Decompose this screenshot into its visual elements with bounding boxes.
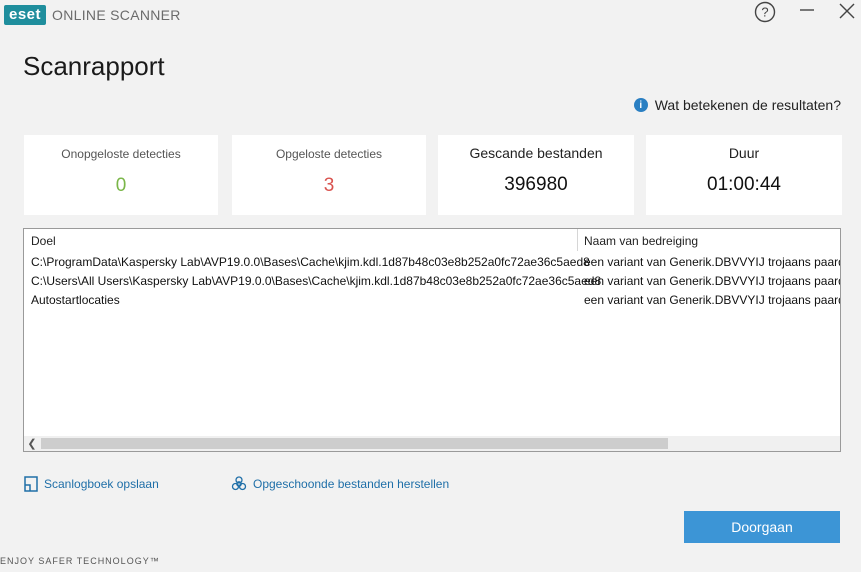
results-info-link[interactable]: i Wat betekenen de resultaten? (633, 97, 841, 113)
stat-duration: Duur 01:00:44 (646, 135, 842, 215)
minimize-button[interactable] (795, 0, 819, 24)
column-divider[interactable] (577, 229, 578, 251)
stat-value: 0 (115, 175, 127, 196)
stat-scanned-files: Gescande bestanden 396980 (438, 135, 634, 215)
cell-threat: een variant van Generik.DBVVYIJ trojaans… (584, 255, 841, 269)
table-row[interactable]: C:\Users\All Users\Kaspersky Lab\AVP19.0… (24, 274, 841, 294)
horizontal-scrollbar[interactable]: ❮ (24, 436, 840, 451)
app-logo: eset ONLINE SCANNER (4, 5, 181, 25)
cell-threat: een variant van Generik.DBVVYIJ trojaans… (584, 274, 841, 288)
page-title: Scanrapport (23, 51, 165, 81)
svg-text:?: ? (761, 5, 768, 20)
stat-resolved: Opgeloste detecties 3 (232, 135, 426, 215)
scroll-left-icon[interactable]: ❮ (24, 436, 40, 451)
stat-value: 01:00:44 (707, 174, 781, 195)
stat-label: Opgeloste detecties (275, 147, 383, 161)
stat-label: Gescande bestanden (469, 145, 603, 161)
stat-label: Onopgeloste detecties (61, 147, 181, 161)
minimize-icon (800, 9, 814, 11)
save-log-link[interactable]: Scanlogboek opslaan (24, 476, 159, 492)
help-button[interactable]: ? (753, 0, 777, 24)
footer-tagline: ENJOY SAFER TECHNOLOGY™ (0, 556, 160, 566)
title-bar: eset ONLINE SCANNER ? (0, 0, 861, 34)
detections-table: Doel Naam van bedreiging C:\ProgramData\… (23, 228, 841, 452)
eset-logo: eset (4, 5, 47, 25)
column-header-threat[interactable]: Naam van bedreiging (584, 234, 698, 248)
cell-target: C:\Users\All Users\Kaspersky Lab\AVP19.0… (31, 274, 602, 288)
help-icon: ? (754, 1, 776, 23)
close-icon (839, 3, 855, 19)
table-row[interactable]: C:\ProgramData\Kaspersky Lab\AVP19.0.0\B… (24, 255, 841, 275)
info-icon: i (633, 98, 648, 112)
biohazard-icon (231, 476, 247, 492)
close-button[interactable] (835, 0, 859, 24)
scroll-thumb[interactable] (41, 438, 668, 449)
restore-files-label: Opgeschoonde bestanden herstellen (253, 477, 450, 491)
save-log-label: Scanlogboek opslaan (44, 477, 159, 491)
stat-value: 396980 (504, 174, 568, 195)
column-header-target[interactable]: Doel (31, 234, 56, 248)
save-log-icon (24, 476, 38, 492)
stat-label: Duur (728, 145, 760, 161)
restore-files-link[interactable]: Opgeschoonde bestanden herstellen (231, 476, 449, 492)
results-info-label: Wat betekenen de resultaten? (654, 97, 841, 113)
table-row[interactable]: Autostartlocaties een variant van Generi… (24, 293, 841, 313)
continue-button[interactable]: Doorgaan (684, 511, 840, 543)
cell-target: C:\ProgramData\Kaspersky Lab\AVP19.0.0\B… (31, 255, 590, 269)
product-name: ONLINE SCANNER (52, 7, 181, 23)
stat-unresolved: Onopgeloste detecties 0 (24, 135, 218, 215)
cell-threat: een variant van Generik.DBVVYIJ trojaans… (584, 293, 841, 307)
stat-value: 3 (323, 175, 335, 196)
cell-target: Autostartlocaties (31, 293, 120, 307)
